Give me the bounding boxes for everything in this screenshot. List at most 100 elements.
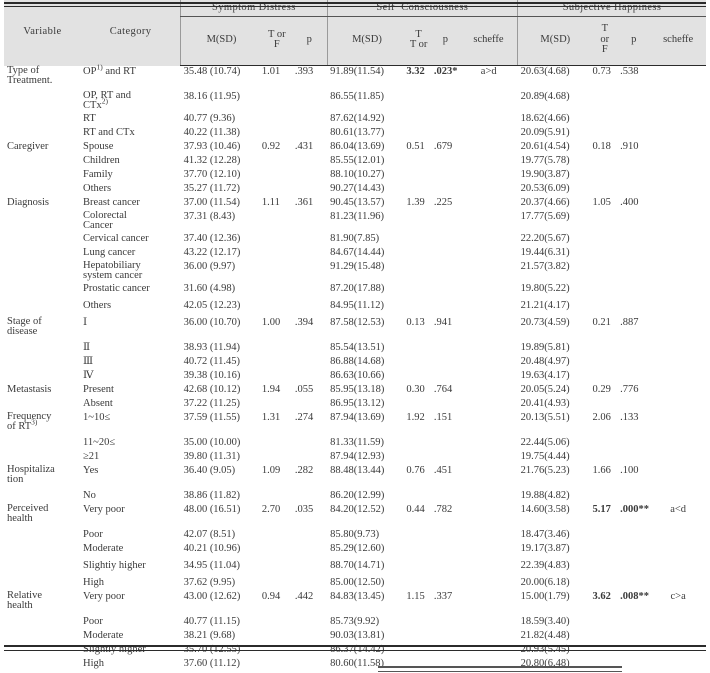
cell-sc-tf: 3.32	[406, 66, 425, 77]
cell-sc-tf	[406, 183, 431, 197]
header-sh-tf-line3: F	[601, 44, 608, 56]
cell-sc-tf	[406, 211, 431, 233]
row-variable: Diagnosis	[7, 196, 49, 208]
row-category: 11~20≤	[83, 436, 116, 448]
cell-sh-scheffe	[650, 169, 706, 183]
cell-sh-scheffe	[650, 577, 706, 591]
cell-sc-scheffe	[460, 127, 518, 141]
cell-sc-scheffe	[460, 169, 518, 183]
cell-sd-p	[292, 398, 327, 412]
cell-sd-tf	[262, 560, 292, 577]
cell-sc-scheffe	[460, 356, 518, 370]
cell-sc-tf	[406, 398, 431, 412]
row-category: Spouse	[83, 140, 114, 152]
row-variable	[4, 300, 81, 317]
cell-sc-msd: 85.73(9.92)	[330, 615, 380, 627]
cell-sh-msd: 19.75(4.44)	[520, 450, 570, 462]
cell-sc-tf	[406, 261, 431, 283]
header-sc-p: p	[430, 16, 460, 66]
cell-sh-scheffe	[650, 490, 706, 504]
header-sc-tf-line2: T or	[409, 39, 428, 50]
cell-sc-tf	[406, 560, 431, 577]
cell-sd-msd: 37.59 (11.55)	[183, 411, 241, 423]
cell-sh-tf: 0.73	[592, 66, 611, 77]
cell-sh-p	[617, 342, 650, 356]
row-category: Ⅱ	[83, 341, 91, 353]
cell-sc-tf	[406, 247, 431, 261]
cell-sh-msd: 20.13(5.51)	[520, 411, 570, 423]
table-page: Variable Category Symptom Distress Self−…	[0, 0, 710, 673]
cell-sc-scheffe	[460, 577, 518, 591]
cell-sh-p	[617, 169, 650, 183]
cell-sh-scheffe	[650, 233, 706, 247]
cell-sd-tf: 1.11	[261, 196, 280, 208]
cell-sh-p: .887	[620, 316, 639, 328]
cell-sc-p	[431, 490, 460, 504]
row-variable	[4, 247, 81, 261]
cell-sc-scheffe	[460, 247, 518, 261]
cell-sc-p	[431, 113, 460, 127]
cell-sh-tf	[593, 155, 618, 169]
cell-sh-tf	[593, 127, 618, 141]
row-variable	[4, 370, 81, 384]
cell-sc-msd: 84.20(12.52)	[330, 503, 385, 515]
cell-sh-tf	[593, 616, 618, 630]
cell-sh-msd: 20.89(4.68)	[520, 90, 570, 102]
cell-sh-tf	[593, 233, 618, 247]
table-row: Slightiy higher 34.95 (11.04) 88.70(14.71)…	[4, 560, 706, 577]
cell-sd-msd: 40.77 (11.15)	[183, 615, 241, 627]
cell-sd-p	[292, 261, 327, 283]
cell-sd-msd: 38.16 (11.95)	[183, 90, 241, 102]
cell-sc-p: .337	[433, 590, 453, 602]
cell-sh-msd: 19.90(3.87)	[520, 168, 570, 180]
row-variable	[4, 356, 81, 370]
cell-sc-tf: 1.15	[406, 590, 425, 602]
cell-sc-msd: 86.04(13.69)	[330, 140, 385, 152]
table-row: Frequency of RT3) 1~10≤ 37.59 (11.55) 1.31 .2…	[4, 411, 706, 437]
cell-sd-tf	[262, 342, 292, 356]
cell-sh-tf	[593, 183, 618, 197]
cell-sd-msd: 37.22 (11.25)	[183, 397, 241, 409]
row-category: Cervical cancer	[83, 232, 149, 244]
row-category: Children	[83, 154, 120, 166]
cell-sc-tf	[406, 113, 431, 127]
row-category: Breast cancer	[83, 196, 140, 208]
cell-sh-scheffe	[650, 356, 706, 370]
row-variable: Caregiver	[7, 140, 49, 152]
cell-sc-p	[431, 155, 460, 169]
cell-sc-msd: 86.55(11.85)	[330, 90, 384, 102]
cell-sd-msd: 35.00 (10.00)	[183, 436, 241, 448]
cell-sd-tf	[262, 247, 292, 261]
cell-sc-p	[431, 261, 460, 283]
row-category: Family	[83, 168, 113, 180]
cell-sc-scheffe	[460, 211, 518, 233]
row-category: Ⅰ	[83, 316, 88, 328]
row-variable	[4, 233, 81, 247]
cell-sh-msd: 20.41(4.93)	[520, 397, 570, 409]
row-category: RT	[83, 112, 96, 124]
cell-sd-tf	[262, 658, 292, 672]
cell-sd-p: .274	[294, 411, 314, 423]
row-category: Moderate	[83, 542, 124, 554]
cell-sd-msd: 40.72 (11.45)	[183, 355, 241, 367]
row-variable-line2: tion	[7, 474, 24, 486]
cell-sd-msd: 42.05 (12.23)	[183, 299, 241, 311]
cell-sc-p: .451	[433, 464, 453, 476]
cell-sd-tf	[262, 155, 292, 169]
cell-sc-scheffe	[460, 658, 518, 672]
table-row: Poor 40.77 (11.15) 85.73(9.92) 18.59(3.40)	[4, 616, 706, 630]
cell-sh-msd: 21.21(4.17)	[520, 299, 570, 311]
cell-sd-p: .442	[294, 590, 314, 602]
cell-sh-p	[617, 127, 650, 141]
table-row: No 38.86 (11.82) 86.20(12.99) 19.88(4.82)	[4, 490, 706, 504]
cell-sd-p: .055	[294, 383, 314, 395]
cell-sd-tf	[262, 300, 292, 317]
cell-sc-scheffe	[460, 283, 518, 300]
cell-sc-scheffe	[460, 155, 518, 169]
cell-sh-msd: 19.44(6.31)	[520, 246, 570, 258]
cell-sc-p	[431, 247, 460, 261]
cell-sc-tf: 1.92	[406, 411, 425, 423]
cell-sh-p: .910	[620, 140, 639, 152]
cell-sd-msd: 40.21 (10.96)	[183, 542, 241, 554]
cell-sc-scheffe	[460, 233, 518, 247]
